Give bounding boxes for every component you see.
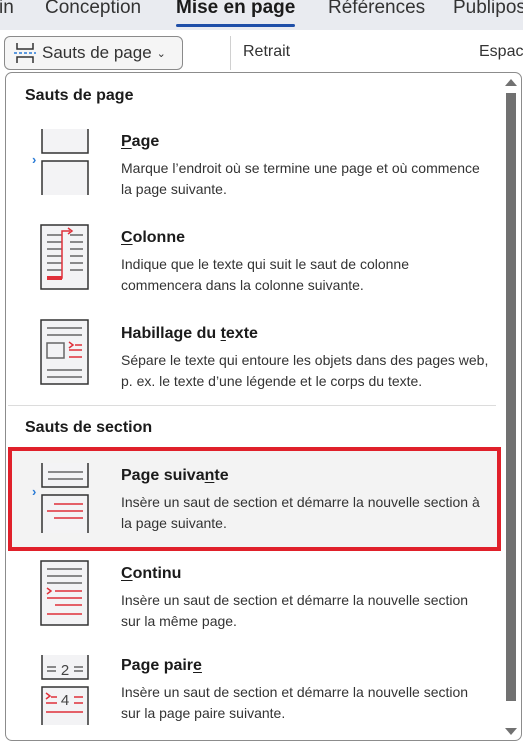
breaks-icon	[14, 43, 36, 63]
menu-item-continu[interactable]: Continu Insère un saut de section et dém…	[8, 555, 501, 655]
spacing-label: Espac	[479, 43, 523, 60]
tab-publipostage[interactable]: Publipos	[453, 0, 523, 19]
scrollbar-thumb[interactable]	[506, 93, 516, 701]
breaks-label: Sauts de page	[42, 43, 152, 62]
tab-conception[interactable]: Conception	[45, 0, 141, 19]
scroll-up-arrow-icon[interactable]	[505, 79, 517, 86]
divider	[8, 405, 496, 406]
svg-text:4: 4	[61, 692, 69, 709]
chevron-down-icon: ⌄	[156, 47, 166, 60]
continuous-section-icon	[40, 560, 89, 626]
tab-insertion[interactable]: in	[0, 0, 14, 19]
item-description: Marque l’endroit où se termine une page …	[121, 160, 480, 197]
text-wrapping-icon	[40, 319, 89, 385]
breaks-menu: Sauts de page › Page Marque l’endroit où…	[5, 72, 522, 741]
tab-mise-en-page[interactable]: Mise en page	[176, 0, 296, 27]
item-description: Insère un saut de section et démarre la …	[121, 592, 469, 629]
menu-item-habillage-du-texte[interactable]: Habillage du texte Sépare le texte qui e…	[8, 317, 501, 417]
even-page-section-icon: 24	[41, 655, 89, 725]
menu-item-page-suivante[interactable]: › Page suivante Insère un saut de sectio…	[8, 447, 501, 551]
scrollbar[interactable]	[504, 73, 518, 740]
item-description: Insère un saut de section et démarre la …	[121, 684, 469, 721]
item-description: Insère un saut de section et démarre la …	[121, 494, 480, 531]
menu-item-colonne[interactable]: Colonne Indique que le texte qui suit le…	[8, 221, 501, 321]
breaks-dropdown-button[interactable]: Sauts de page ⌄	[4, 36, 183, 70]
scroll-down-arrow-icon[interactable]	[505, 728, 517, 735]
section-breaks-header: Sauts de section	[25, 419, 153, 436]
menu-item-page-paire[interactable]: 24 Page paire Insère un saut de section …	[8, 651, 501, 740]
divider	[230, 36, 231, 70]
column-break-icon	[40, 224, 89, 290]
item-description: Sépare le texte qui entoure les objets d…	[121, 352, 489, 389]
item-description: Indique que le texte qui suit le saut de…	[121, 256, 409, 293]
page-breaks-header: Sauts de page	[25, 87, 134, 104]
page-break-icon	[41, 129, 89, 195]
indent-label: Retrait	[243, 43, 291, 60]
caret-icon: ›	[32, 484, 37, 499]
tab-references[interactable]: Références	[328, 0, 425, 19]
caret-icon: ›	[32, 152, 37, 167]
ribbon-tabs: in Conception Mise en page Références Pu…	[0, 0, 523, 30]
svg-text:2: 2	[61, 662, 69, 679]
menu-item-page[interactable]: › Page Marque l’endroit où se termine un…	[8, 125, 501, 225]
next-page-section-icon	[41, 463, 89, 533]
